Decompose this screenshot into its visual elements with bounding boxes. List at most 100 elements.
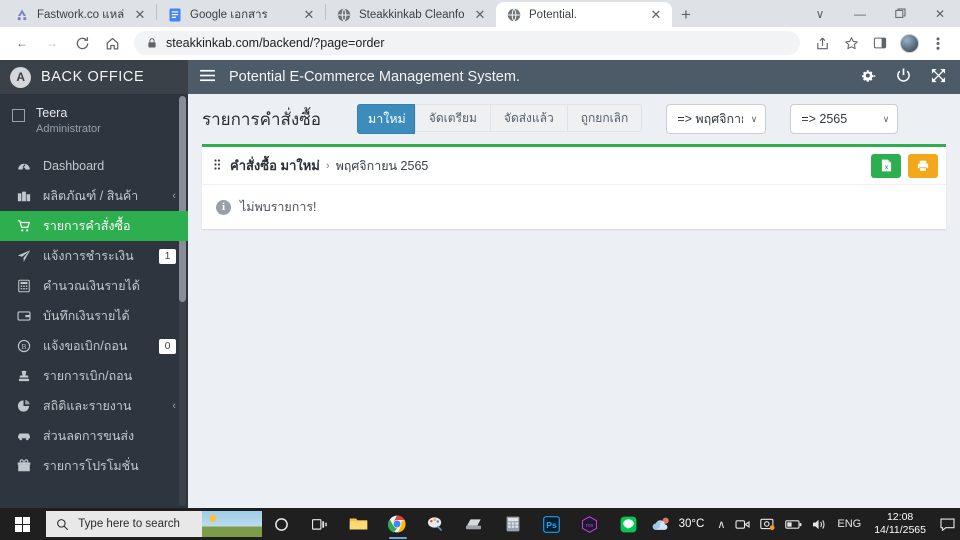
- weather-temperature: 30°C: [678, 518, 705, 530]
- browser-tab-3-title: Steakkinkab Cleanfood.: [359, 8, 465, 21]
- svg-text:Ps: Ps: [546, 519, 557, 529]
- browser-tab-strip: Fastwork.co แหล่งรวมฟรีแลนซ์คุณภ ✕ Googl…: [0, 0, 960, 27]
- year-select[interactable]: => 2565 ∨: [790, 104, 899, 134]
- hamburger-icon[interactable]: [200, 69, 215, 85]
- sidebar-item-income-record[interactable]: บันทึกเงินรายได้: [0, 301, 188, 331]
- pie-chart-icon: [16, 399, 32, 413]
- main-content: Potential E-Commerce Management System. …: [188, 60, 960, 508]
- page-viewport: A BACK OFFICE Teera Administrator Dashbo…: [0, 60, 960, 508]
- home-button[interactable]: [98, 29, 126, 57]
- export-excel-button[interactable]: x: [871, 153, 901, 178]
- sidebar-item-withdraw-list[interactable]: รายการเบิก/ถอน: [0, 361, 188, 391]
- tab-preparing[interactable]: จัดเตรียม: [414, 104, 490, 132]
- gift-icon: [16, 459, 32, 473]
- close-icon[interactable]: ✕: [648, 7, 664, 23]
- reload-button[interactable]: [68, 29, 96, 57]
- month-select-value: => พฤศจิกาย: [677, 112, 743, 126]
- power-icon[interactable]: [896, 68, 911, 86]
- search-icon: [57, 518, 69, 530]
- sidebar-item-shipping-discount[interactable]: ส่วนลดการขนส่ง: [0, 421, 188, 451]
- browser-tab-3[interactable]: Steakkinkab Cleanfood. ✕: [326, 2, 496, 27]
- tab-shipped[interactable]: จัดส่งแล้ว: [489, 104, 567, 132]
- screen-capture-icon[interactable]: [755, 508, 780, 540]
- back-button[interactable]: ←: [8, 29, 36, 57]
- scanner-icon[interactable]: [455, 508, 494, 540]
- maximize-button[interactable]: [880, 0, 920, 27]
- new-tab-button[interactable]: +: [672, 2, 700, 27]
- language-indicator[interactable]: ENG: [832, 508, 866, 540]
- calculator-icon: [16, 279, 32, 293]
- browser-tab-1[interactable]: Fastwork.co แหล่งรวมฟรีแลนซ์คุณภ ✕: [4, 2, 156, 27]
- share-icon[interactable]: [808, 29, 836, 57]
- sidebar-item-statistics[interactable]: สถิติและรายงาน ‹: [0, 391, 188, 421]
- tray-overflow-button[interactable]: ∧: [712, 508, 730, 540]
- toolbar-actions: [808, 29, 952, 57]
- stamp-icon: [16, 369, 32, 383]
- globe-favicon: [507, 8, 521, 21]
- system-tray: 30°C ∧ ENG 12:08 14/11/2565: [648, 508, 960, 540]
- panel-header: คำสั่งซื้อ มาใหม่ › พฤศจิกายน 2565 x: [202, 147, 946, 185]
- sidebar-item-payment-notice[interactable]: แจ้งการชำระเงิน 1: [0, 241, 188, 271]
- address-text: steakkinkab.com/backend/?page=order: [166, 36, 385, 50]
- chevron-down-icon: ∨: [882, 113, 890, 124]
- minimize-button[interactable]: —: [840, 0, 880, 27]
- bookmark-star-icon[interactable]: [837, 29, 865, 57]
- file-explorer-icon[interactable]: [339, 508, 378, 540]
- paint-icon[interactable]: [416, 508, 455, 540]
- line-icon[interactable]: [609, 508, 648, 540]
- sidebar-item-label: รายการเบิก/ถอน: [43, 369, 133, 383]
- sidebar-item-label: ส่วนลดการขนส่ง: [43, 429, 135, 443]
- roxio-icon[interactable]: rox: [571, 508, 610, 540]
- address-bar[interactable]: steakkinkab.com/backend/?page=order: [134, 31, 800, 55]
- sidebar-item-label: แจ้งการชำระเงิน: [43, 249, 134, 263]
- notification-icon[interactable]: [934, 508, 960, 540]
- sidebar-item-withdraw-request[interactable]: B แจ้งขอเบิก/ถอน 0: [0, 331, 188, 361]
- clock-time: 12:08: [886, 511, 914, 523]
- volume-icon[interactable]: [807, 508, 832, 540]
- webcam-icon[interactable]: [730, 508, 755, 540]
- svg-text:rox: rox: [586, 522, 594, 528]
- tab-new-orders[interactable]: มาใหม่: [356, 104, 415, 134]
- cortana-icon[interactable]: [262, 508, 301, 540]
- sidebar-item-dashboard[interactable]: Dashboard: [0, 151, 188, 181]
- order-status-filter-tabs: มาใหม่ จัดเตรียม จัดส่งแล้ว ถูกยกเลิก: [356, 104, 643, 134]
- gear-icon[interactable]: [861, 68, 876, 86]
- window-controls: ∨ — ✕: [800, 0, 960, 27]
- windows-start-icon[interactable]: [0, 508, 44, 540]
- photoshop-icon[interactable]: Ps: [532, 508, 571, 540]
- fullscreen-icon[interactable]: [931, 68, 946, 86]
- close-window-button[interactable]: ✕: [920, 0, 960, 27]
- sidebar-item-promotions[interactable]: รายการโปรโมชั่น: [0, 451, 188, 481]
- sidebar-item-products[interactable]: ผลิตภัณฑ์ / สินค้า ‹: [0, 181, 188, 211]
- close-icon[interactable]: ✕: [301, 7, 317, 23]
- calculator-icon[interactable]: [493, 508, 532, 540]
- chrome-menu-icon[interactable]: [924, 29, 952, 57]
- search-illustration: [202, 511, 263, 537]
- tab-search-icon[interactable]: ∨: [800, 0, 840, 27]
- tab-cancelled[interactable]: ถูกยกเลิก: [566, 104, 643, 132]
- weather-cloud-icon: [652, 517, 669, 530]
- app-title: Potential E-Commerce Management System.: [229, 69, 520, 85]
- taskbar-clock[interactable]: 12:08 14/11/2565: [866, 508, 934, 540]
- browser-tab-1-title: Fastwork.co แหล่งรวมฟรีแลนซ์คุณภ: [37, 8, 125, 21]
- weather-widget[interactable]: 30°C: [648, 516, 713, 532]
- close-icon[interactable]: ✕: [472, 7, 488, 23]
- drag-grip-icon[interactable]: [214, 158, 223, 173]
- close-icon[interactable]: ✕: [132, 7, 148, 23]
- battery-icon[interactable]: [780, 508, 807, 540]
- panel-actions: x: [871, 153, 938, 178]
- side-panel-icon[interactable]: [866, 29, 894, 57]
- task-view-icon[interactable]: [301, 508, 340, 540]
- sidebar-item-income-calc[interactable]: คำนวณเงินรายได้: [0, 271, 188, 301]
- chrome-icon[interactable]: [378, 508, 417, 540]
- print-button[interactable]: [908, 153, 938, 178]
- profile-avatar[interactable]: [895, 29, 923, 57]
- browser-tab-2[interactable]: Google เอกสาร ✕: [157, 2, 325, 27]
- brand-header[interactable]: A BACK OFFICE: [0, 60, 188, 94]
- sidebar-item-label: Dashboard: [43, 159, 105, 173]
- taskbar-search-box[interactable]: Type here to search: [46, 511, 263, 537]
- month-select[interactable]: => พฤศจิกาย ∨: [666, 104, 767, 134]
- forward-button[interactable]: →: [38, 29, 66, 57]
- browser-tab-4[interactable]: Potential. ✕: [496, 2, 672, 27]
- sidebar-item-orders[interactable]: รายการคำสั่งซื้อ: [0, 211, 188, 241]
